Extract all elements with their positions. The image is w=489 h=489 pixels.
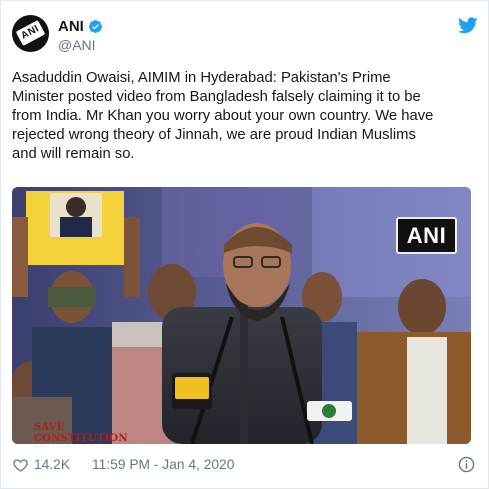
tweet-media-image[interactable]: SAVE CONSTITUTION ANI bbox=[12, 187, 471, 444]
verified-badge-icon bbox=[88, 19, 102, 33]
tweet-header: ANI ANI @ANI bbox=[12, 15, 478, 55]
tweet-card: ANI ANI @ANI Asaduddin Owaisi, AIMIM in … bbox=[0, 0, 489, 489]
timestamp[interactable]: 11:59 PM - Jan 4, 2020 bbox=[92, 457, 234, 472]
info-icon[interactable] bbox=[458, 456, 475, 473]
avatar[interactable]: ANI bbox=[12, 15, 49, 52]
tweet-footer: 14.2K 11:59 PM - Jan 4, 2020 bbox=[12, 456, 478, 476]
heart-icon[interactable] bbox=[12, 457, 29, 473]
placard-text: SAVE CONSTITUTION bbox=[34, 422, 128, 444]
handle[interactable]: @ANI bbox=[58, 37, 96, 53]
tweet-text: Asaduddin Owaisi, AIMIM in Hyderabad: Pa… bbox=[12, 70, 434, 162]
display-name[interactable]: ANI bbox=[58, 18, 84, 35]
twitter-bird-icon[interactable] bbox=[458, 17, 478, 34]
ani-watermark: ANI bbox=[396, 217, 457, 254]
like-count[interactable]: 14.2K bbox=[34, 457, 70, 472]
name-row: ANI bbox=[58, 17, 103, 35]
avatar-logo: ANI bbox=[15, 20, 46, 46]
